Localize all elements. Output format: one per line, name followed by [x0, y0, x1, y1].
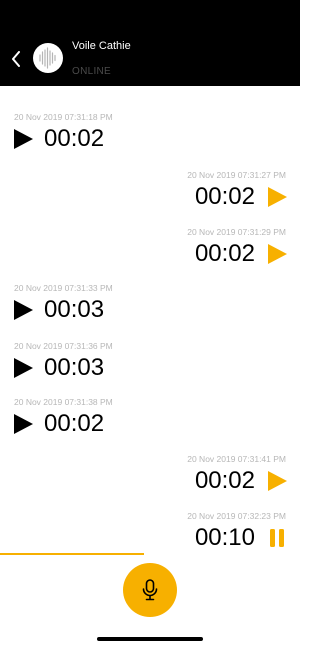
voice-message-right: 20 Nov 2019 07:31:27 PM 00:02: [0, 170, 300, 214]
contact-name: Voile Cathie: [72, 40, 131, 52]
play-button[interactable]: [12, 357, 34, 379]
message-duration: 00:02: [194, 467, 255, 494]
contact-status: ONLINE: [72, 66, 112, 77]
voice-message-left: 20 Nov 2019 07:31:36 PM 00:03: [0, 341, 300, 385]
voice-message-left: 20 Nov 2019 07:31:18 PM 00:02: [0, 112, 300, 156]
voice-message-right: 20 Nov 2019 07:32:23 PM 00:10: [0, 511, 300, 555]
message-timestamp: 20 Nov 2019 07:31:38 PM: [14, 397, 113, 407]
message-list[interactable]: 20 Nov 2019 07:31:18 PM 00:02 20 Nov 2019 …: [0, 86, 300, 554]
play-button[interactable]: [266, 243, 288, 265]
voice-message-left: 20 Nov 2019 07:31:33 PM 00:03: [0, 283, 300, 327]
message-timestamp: 20 Nov 2019 07:32:23 PM: [187, 511, 286, 521]
voice-message-right: 20 Nov 2019 07:31:41 PM 00:02: [0, 454, 300, 498]
play-button[interactable]: [12, 413, 34, 435]
message-duration: 00:02: [194, 240, 255, 267]
play-button[interactable]: [266, 470, 288, 492]
play-button[interactable]: [12, 299, 34, 321]
message-duration: 00:10: [194, 524, 255, 551]
message-timestamp: 20 Nov 2019 07:31:36 PM: [14, 341, 113, 351]
microphone-icon: [142, 579, 158, 601]
pause-button[interactable]: [266, 527, 288, 549]
message-duration: 00:03: [44, 296, 105, 323]
chevron-left-icon: [12, 51, 20, 67]
record-button[interactable]: [123, 563, 177, 617]
voice-message-left: 20 Nov 2019 07:31:38 PM 00:02: [0, 397, 300, 441]
playback-progress: [0, 553, 300, 555]
playback-progress-fill: [0, 553, 144, 555]
voice-message-right: 20 Nov 2019 07:31:29 PM 00:02: [0, 227, 300, 271]
play-icon: [14, 129, 33, 149]
message-timestamp: 20 Nov 2019 07:31:33 PM: [14, 283, 113, 293]
chat-header: Voile Cathie ONLINE: [0, 0, 300, 86]
message-duration: 00:02: [194, 183, 255, 210]
play-icon: [268, 471, 287, 491]
home-indicator: [97, 637, 203, 641]
play-icon: [14, 358, 33, 378]
back-button[interactable]: [8, 50, 24, 68]
message-timestamp: 20 Nov 2019 07:31:41 PM: [187, 454, 286, 464]
play-icon: [268, 187, 287, 207]
message-timestamp: 20 Nov 2019 07:31:18 PM: [14, 112, 113, 122]
play-button[interactable]: [12, 128, 34, 150]
message-duration: 00:02: [44, 125, 105, 152]
message-timestamp: 20 Nov 2019 07:31:29 PM: [187, 227, 286, 237]
message-duration: 00:03: [44, 354, 105, 381]
pause-icon: [270, 529, 284, 547]
contact-avatar[interactable]: [33, 43, 63, 73]
play-button[interactable]: [266, 186, 288, 208]
play-icon: [14, 414, 33, 434]
play-icon: [14, 300, 33, 320]
waveform-avatar-icon: [39, 47, 56, 69]
play-icon: [268, 244, 287, 264]
message-timestamp: 20 Nov 2019 07:31:27 PM: [187, 170, 286, 180]
message-duration: 00:02: [44, 410, 105, 437]
